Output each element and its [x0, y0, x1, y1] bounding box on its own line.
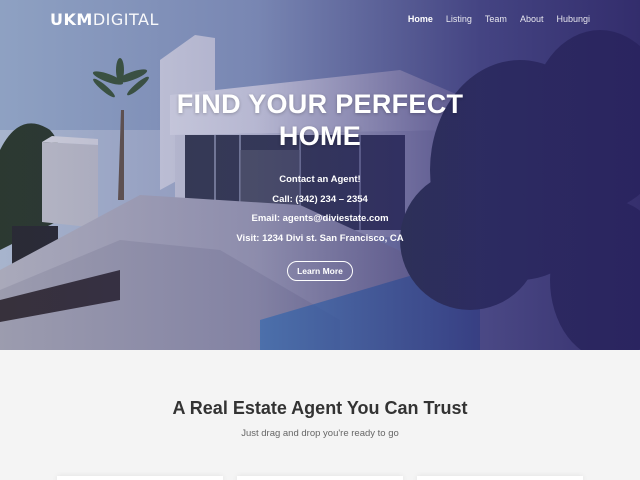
hero-section: UKMDIGITAL Home Listing Team About Hubun…: [0, 0, 640, 350]
section-subtitle: Just drag and drop you're ready to go: [241, 428, 399, 439]
feature-card: [57, 476, 223, 480]
nav-item-team[interactable]: Team: [485, 14, 507, 24]
contact-heading: Contact an Agent!: [279, 174, 361, 185]
contact-info: Contact an Agent! Call: (342) 234 – 2354…: [120, 170, 520, 248]
nav-item-listing[interactable]: Listing: [446, 14, 472, 24]
site-header: UKMDIGITAL Home Listing Team About Hubun…: [0, 0, 640, 40]
nav-item-home[interactable]: Home: [408, 14, 433, 24]
learn-more-button[interactable]: Learn More: [287, 261, 353, 281]
main-nav: Home Listing Team About Hubungi: [408, 14, 590, 24]
contact-email: Email: agents@diviestate.com: [251, 213, 389, 224]
trust-section: A Real Estate Agent You Can Trust Just d…: [0, 350, 640, 480]
feature-card: [237, 476, 403, 480]
logo-light-text: DIGITAL: [92, 10, 159, 29]
hero-title-line-2: HOME: [278, 121, 362, 151]
brand-logo[interactable]: UKMDIGITAL: [50, 10, 159, 29]
feature-cards: [57, 476, 583, 480]
hero-content: FIND YOUR PERFECT HOME Contact an Agent!…: [120, 88, 520, 281]
feature-card: [417, 476, 583, 480]
contact-address: Visit: 1234 Divi st. San Francisco, CA: [236, 232, 404, 244]
hero-title: FIND YOUR PERFECT HOME: [120, 88, 520, 152]
section-title: A Real Estate Agent You Can Trust: [172, 398, 468, 418]
hero-title-line-1: FIND YOUR PERFECT: [176, 89, 464, 119]
nav-item-hubungi[interactable]: Hubungi: [556, 14, 590, 24]
contact-phone: Call: (342) 234 – 2354: [272, 193, 368, 205]
nav-item-about[interactable]: About: [520, 14, 544, 24]
logo-bold-text: UKM: [50, 10, 93, 29]
